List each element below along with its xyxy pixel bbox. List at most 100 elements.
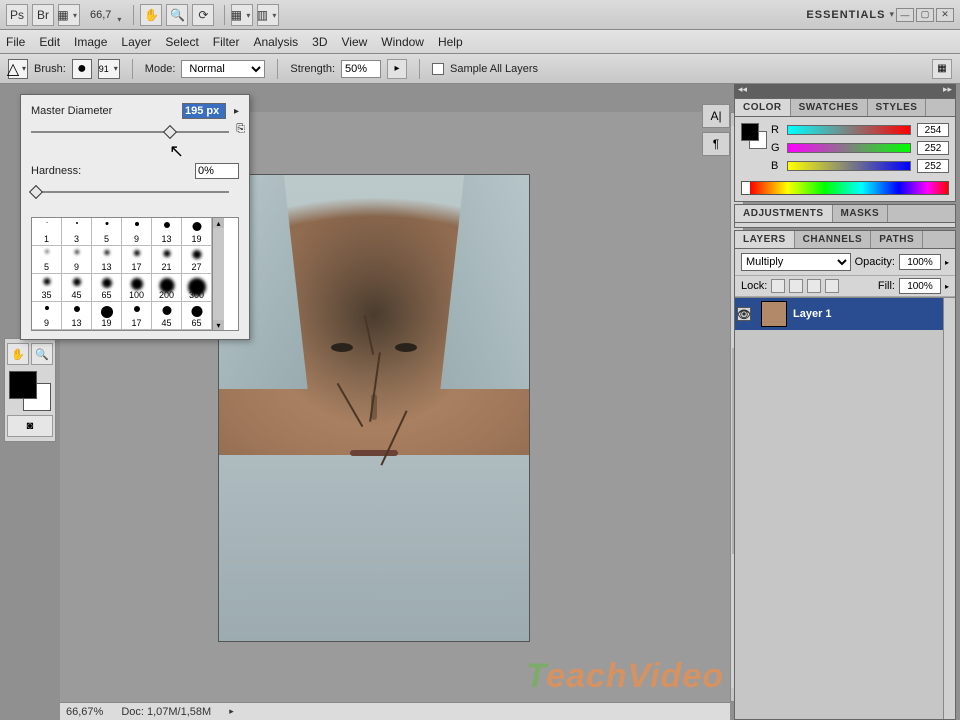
menu-filter[interactable]: Filter — [213, 35, 240, 49]
type-panel-icon[interactable]: A| — [702, 104, 730, 128]
collapse-icon[interactable]: ◂◂ — [738, 84, 747, 98]
layer-scrollbar[interactable] — [943, 298, 955, 719]
menu-edit[interactable]: Edit — [39, 35, 60, 49]
brush-preset[interactable]: 19 — [182, 218, 212, 246]
zoom-tool-icon[interactable]: 🔍 — [31, 343, 53, 365]
strength-input[interactable] — [341, 60, 381, 78]
brush-preset[interactable]: 45 — [152, 302, 182, 330]
bridge-icon[interactable]: Br — [32, 4, 54, 26]
fill-arrow-icon[interactable]: ▸ — [945, 282, 949, 291]
brush-preset[interactable]: 5 — [92, 218, 122, 246]
menu-view[interactable]: View — [341, 35, 367, 49]
zoom-level[interactable]: 66,7 — [90, 9, 123, 21]
hand-tool-icon[interactable]: ✋ — [7, 343, 29, 365]
zoom-tool-icon[interactable]: 🔍 — [166, 4, 188, 26]
lock-pixels-icon[interactable] — [789, 279, 803, 293]
flyout-arrow-icon[interactable]: ▸ — [234, 106, 239, 117]
document-canvas[interactable] — [218, 174, 530, 642]
brush-preset[interactable]: 35 — [32, 274, 62, 302]
brush-preset[interactable]: 45 — [62, 274, 92, 302]
hand-tool-icon[interactable]: ✋ — [140, 4, 162, 26]
fgbg-swatches[interactable] — [9, 371, 51, 411]
brush-preset[interactable]: 9 — [122, 218, 152, 246]
brush-preset[interactable]: 13 — [92, 246, 122, 274]
quickmask-toggle[interactable]: ◙ — [7, 415, 53, 437]
r-slider[interactable] — [787, 125, 911, 135]
color-spectrum[interactable] — [741, 181, 949, 195]
layer-blend-mode-select[interactable]: Multiply — [741, 253, 851, 271]
brush-preset[interactable]: 300 — [182, 274, 212, 302]
close-button[interactable]: ✕ — [936, 8, 954, 22]
status-zoom[interactable]: 66,67% — [66, 706, 103, 718]
brush-preset[interactable]: 13 — [152, 218, 182, 246]
brush-preset[interactable]: 1 — [32, 218, 62, 246]
brush-preset[interactable]: 9 — [62, 246, 92, 274]
blend-mode-select[interactable]: Normal — [181, 60, 265, 78]
arrange-documents-icon[interactable]: ▦ — [58, 4, 80, 26]
lock-transparency-icon[interactable] — [771, 279, 785, 293]
brush-preset[interactable]: 9 — [32, 302, 62, 330]
master-diameter-input[interactable] — [182, 103, 226, 119]
foreground-color-swatch[interactable] — [9, 371, 37, 399]
minimize-button[interactable]: — — [896, 8, 914, 22]
brush-preset[interactable]: 19 — [92, 302, 122, 330]
screen-mode-icon[interactable]: ▦ — [231, 4, 253, 26]
opacity-arrow-icon[interactable]: ▸ — [945, 258, 949, 267]
menu-select[interactable]: Select — [165, 35, 198, 49]
brush-preset[interactable]: 13 — [62, 302, 92, 330]
rotate-view-icon[interactable]: ⟳ — [192, 4, 214, 26]
status-docinfo[interactable]: Doc: 1,07M/1,58M — [121, 706, 211, 718]
diameter-slider[interactable]: ⎘ — [31, 125, 239, 139]
brush-preset[interactable]: 200 — [152, 274, 182, 302]
menu-layer[interactable]: Layer — [121, 35, 151, 49]
brush-preset[interactable]: 5 — [32, 246, 62, 274]
brush-preset[interactable]: 3 — [62, 218, 92, 246]
brush-grid-scrollbar[interactable]: ▴▾ — [212, 218, 224, 330]
r-input[interactable] — [917, 123, 949, 137]
g-input[interactable] — [917, 141, 949, 155]
brush-preset[interactable]: 17 — [122, 302, 152, 330]
tab-color[interactable]: COLOR — [735, 99, 791, 116]
opacity-input[interactable] — [899, 254, 941, 270]
menu-image[interactable]: Image — [74, 35, 107, 49]
tool-preset-icon[interactable]: △ — [8, 59, 28, 79]
visibility-toggle-icon[interactable]: 👁 — [737, 307, 751, 321]
menu-file[interactable]: File — [6, 35, 25, 49]
strength-arrow-icon[interactable]: ▸ — [387, 59, 407, 79]
arrange-icon[interactable]: ▥ — [257, 4, 279, 26]
workspace-switcher[interactable]: ESSENTIALS▾ — [806, 9, 894, 21]
maximize-button[interactable]: ▢ — [916, 8, 934, 22]
tab-paths[interactable]: PATHS — [871, 231, 923, 248]
brush-preset[interactable]: 17 — [122, 246, 152, 274]
fill-input[interactable] — [899, 278, 941, 294]
sample-all-layers-checkbox[interactable] — [432, 63, 444, 75]
hardness-input[interactable] — [195, 163, 239, 179]
paragraph-panel-icon[interactable]: ¶ — [702, 132, 730, 156]
tab-styles[interactable]: STYLES — [868, 99, 927, 116]
brush-preset[interactable]: 65 — [182, 302, 212, 330]
tab-masks[interactable]: MASKS — [833, 205, 889, 222]
hardness-slider[interactable] — [31, 185, 239, 199]
menu-analysis[interactable]: Analysis — [253, 35, 298, 49]
tab-swatches[interactable]: SWATCHES — [791, 99, 868, 116]
brush-preset[interactable]: 27 — [182, 246, 212, 274]
brush-preset[interactable]: 21 — [152, 246, 182, 274]
expand-icon[interactable]: ▸▸ — [943, 84, 952, 98]
layer-thumbnail[interactable] — [761, 301, 787, 327]
lock-all-icon[interactable] — [825, 279, 839, 293]
brush-picker-toggle[interactable]: 91 — [98, 59, 120, 79]
menu-help[interactable]: Help — [438, 35, 463, 49]
brushes-panel-icon[interactable]: ▦ — [932, 59, 952, 79]
b-input[interactable] — [917, 159, 949, 173]
brush-preview-icon[interactable]: ● — [72, 59, 92, 79]
tab-layers[interactable]: LAYERS — [735, 231, 795, 248]
new-preset-icon[interactable]: ⎘ — [236, 123, 245, 136]
menu-window[interactable]: Window — [381, 35, 424, 49]
tab-channels[interactable]: CHANNELS — [795, 231, 872, 248]
brush-preset[interactable]: 100 — [122, 274, 152, 302]
layer-name[interactable]: Layer 1 — [793, 308, 832, 320]
lock-position-icon[interactable] — [807, 279, 821, 293]
menu-3d[interactable]: 3D — [312, 35, 327, 49]
layer-row[interactable]: 👁 Layer 1 — [735, 298, 955, 330]
b-slider[interactable] — [787, 161, 911, 171]
